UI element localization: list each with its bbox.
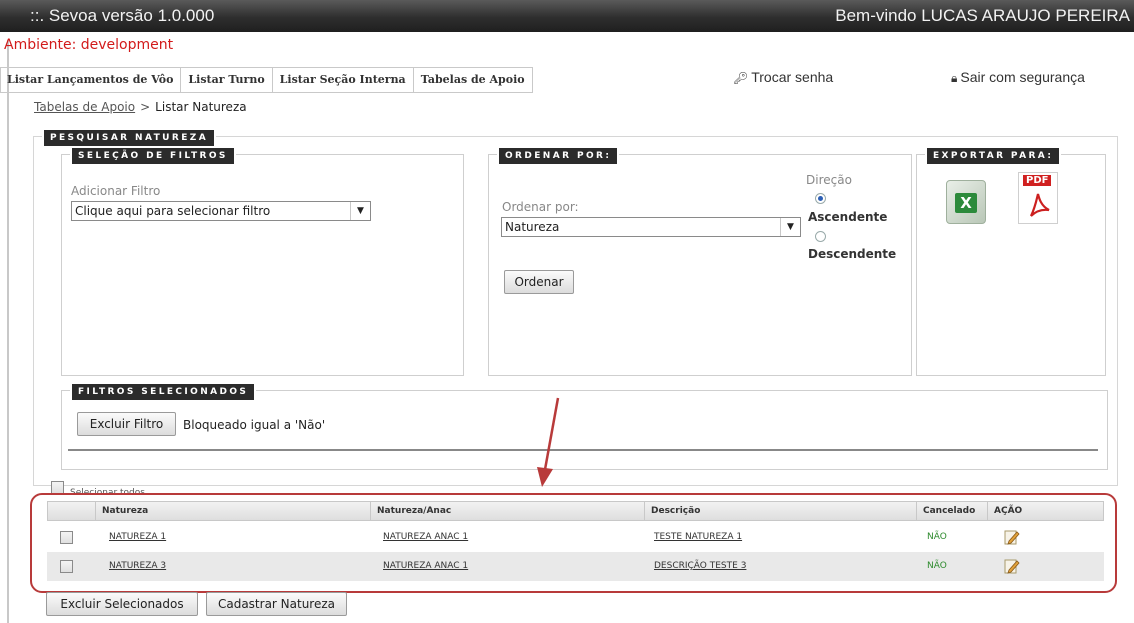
filters-divider — [68, 449, 1098, 451]
add-filter-label: Adicionar Filtro — [71, 184, 161, 198]
breadcrumb-separator: > — [140, 100, 151, 114]
environment-label: Ambiente: development — [4, 37, 174, 53]
descending-radio[interactable] — [815, 231, 826, 242]
search-panel-legend: PESQUISAR NATUREZA — [42, 128, 217, 148]
ascending-label: Ascendente — [808, 210, 888, 224]
annotation-arrow-icon — [537, 397, 560, 487]
main-nav: Listar Lançamentos de Vôo Listar Turno L… — [0, 67, 533, 93]
change-password-link[interactable]: 🔑︎ Trocar senha — [733, 69, 833, 85]
pdf-tag: PDF — [1023, 175, 1052, 186]
order-button[interactable]: Ordenar — [504, 270, 574, 294]
remove-filter-button[interactable]: Excluir Filtro — [77, 412, 176, 436]
chevron-down-icon: ▼ — [780, 218, 800, 236]
order-by-label: Ordenar por: — [502, 200, 579, 214]
app-title: ::. Sevoa versão 1.0.000 — [30, 6, 215, 25]
key-icon: 🔑︎ — [733, 71, 749, 85]
order-panel: ORDENAR POR: — [488, 146, 912, 376]
tab-tabelas-de-apoio[interactable]: Tabelas de Apoio — [414, 68, 533, 92]
delete-selected-button[interactable]: Excluir Selecionados — [46, 592, 198, 616]
breadcrumb-current: Listar Natureza — [155, 100, 247, 114]
filter-selection-legend: SELEÇÃO DE FILTROS — [70, 146, 236, 166]
export-panel: EXPORTAR PARA: — [916, 146, 1106, 376]
left-border — [7, 40, 9, 623]
filter-select-value: Clique aqui para selecionar filtro — [75, 204, 271, 218]
breadcrumb-parent[interactable]: Tabelas de Apoio — [34, 100, 135, 114]
logout-label: Sair com segurança — [960, 69, 1085, 85]
selected-filter-text: Bloqueado igual a 'Não' — [183, 418, 326, 432]
order-by-select[interactable]: Natureza ▼ — [501, 217, 801, 237]
logout-link[interactable]: 🔒︎ Sair com segurança — [951, 69, 1085, 86]
order-legend: ORDENAR POR: — [497, 146, 620, 166]
excel-x-glyph: X — [955, 193, 977, 213]
descending-label: Descendente — [808, 247, 897, 261]
excel-export-icon[interactable]: X — [946, 180, 986, 224]
tab-listar-secao-interna[interactable]: Listar Seção Interna — [273, 68, 414, 92]
selected-filters-legend: FILTROS SELECIONADOS — [70, 382, 257, 402]
acrobat-icon — [1030, 193, 1050, 217]
annotation-highlight — [30, 493, 1117, 593]
tab-listar-turno[interactable]: Listar Turno — [181, 68, 273, 92]
lock-icon: 🔒︎ — [951, 71, 958, 85]
register-natureza-button[interactable]: Cadastrar Natureza — [206, 592, 347, 616]
change-password-label: Trocar senha — [751, 69, 834, 85]
welcome-text: Bem-vindo LUCAS ARAUJO PEREIRA — [835, 6, 1130, 25]
pdf-export-icon[interactable]: PDF — [1018, 172, 1058, 224]
direction-label: Direção — [806, 173, 852, 187]
breadcrumb: Tabelas de Apoio > Listar Natureza — [34, 100, 247, 114]
filter-select[interactable]: Clique aqui para selecionar filtro ▼ — [71, 201, 371, 221]
order-by-select-value: Natureza — [505, 220, 560, 234]
chevron-down-icon: ▼ — [350, 202, 370, 220]
export-legend: EXPORTAR PARA: — [925, 146, 1062, 166]
ascending-radio[interactable] — [815, 193, 826, 204]
top-bar: ::. Sevoa versão 1.0.000 Bem-vindo LUCAS… — [0, 0, 1134, 32]
tab-listar-lancamentos[interactable]: Listar Lançamentos de Vôo — [0, 68, 182, 92]
